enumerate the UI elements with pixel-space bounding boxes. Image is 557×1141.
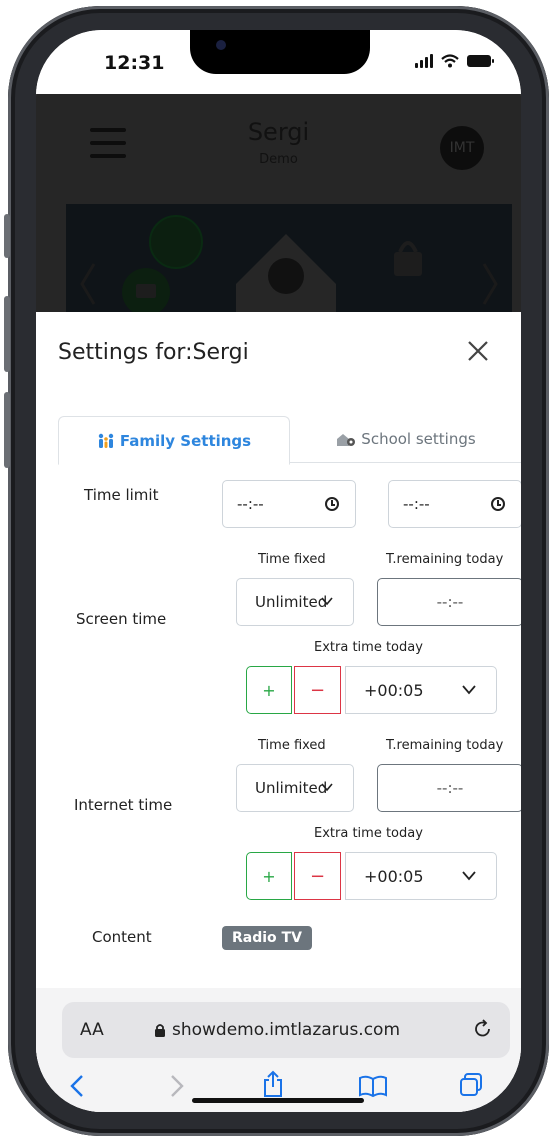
status-icons	[415, 54, 494, 68]
internet-time-remaining-input[interactable]: --:--	[377, 764, 521, 812]
screen-time-fixed-value: Unlimited	[255, 593, 328, 611]
status-bar: 12:31	[36, 30, 521, 94]
screen-time-remaining-value: --:--	[436, 593, 464, 611]
screen-extra-time-select[interactable]: +00:05	[345, 666, 497, 714]
tab-family-label: Family Settings	[119, 431, 252, 450]
volume-down-button	[4, 392, 10, 468]
screen-time-remaining-label: T.remaining today	[386, 552, 504, 567]
bookmarks-icon[interactable]	[358, 1074, 388, 1098]
forward-icon[interactable]	[170, 1074, 184, 1098]
screen-time-remaining-input[interactable]: --:--	[377, 578, 521, 626]
internet-add-time-button[interactable]: +	[246, 852, 292, 900]
time-limit-label: Time limit	[84, 486, 159, 504]
tab-family-settings[interactable]: Family Settings	[58, 416, 290, 465]
internet-time-label: Internet time	[74, 796, 173, 814]
wifi-icon	[441, 54, 459, 68]
silent-switch	[4, 214, 10, 258]
internet-extra-time-select[interactable]: +00:05	[345, 852, 497, 900]
chevron-down-icon	[321, 783, 333, 792]
clock-icon	[325, 497, 339, 511]
time-limit-to-input[interactable]: --:--	[388, 480, 521, 528]
screen-time-fixed-select[interactable]: Unlimited	[236, 578, 354, 626]
battery-icon	[467, 55, 494, 67]
content-label: Content	[92, 928, 152, 946]
time-limit-from-value: --:--	[237, 495, 264, 513]
internet-extra-time-label: Extra time today	[314, 826, 423, 841]
school-settings-icon	[336, 431, 356, 447]
internet-time-fixed-select[interactable]: Unlimited	[236, 764, 354, 812]
internet-extra-time-value: +00:05	[364, 866, 424, 886]
screen-subtract-time-button[interactable]: −	[294, 666, 341, 714]
url-text: showdemo.imtlazarus.com	[172, 1020, 401, 1040]
home-indicator	[192, 1098, 364, 1103]
screen-time-fixed-label: Time fixed	[258, 552, 326, 567]
background-app: Sergi Demo IMT	[36, 94, 521, 364]
tabs-icon[interactable]	[458, 1072, 484, 1098]
internet-time-remaining-label: T.remaining today	[386, 738, 504, 753]
volume-up-button	[4, 296, 10, 372]
time-limit-to-value: --:--	[403, 495, 430, 513]
signal-icon	[415, 54, 433, 68]
internet-time-fixed-value: Unlimited	[255, 779, 328, 797]
url-display[interactable]: showdemo.imtlazarus.com	[154, 1020, 400, 1040]
settings-tabs: Family Settings School settings	[58, 416, 521, 465]
browser-toolbar: AA showdemo.imtlazarus.com	[36, 988, 521, 1112]
clock-icon	[491, 497, 505, 511]
family-icon	[97, 433, 115, 449]
camera-dot	[216, 40, 226, 50]
back-icon[interactable]	[70, 1074, 84, 1098]
close-icon[interactable]	[465, 338, 491, 364]
internet-time-fixed-label: Time fixed	[258, 738, 326, 753]
avatar: IMT	[440, 126, 484, 170]
screen-extra-time-label: Extra time today	[314, 640, 423, 655]
chevron-down-icon	[462, 685, 476, 695]
tab-school-label: School settings	[361, 430, 476, 448]
dynamic-island	[190, 30, 370, 74]
time-limit-from-input[interactable]: --:--	[222, 480, 356, 528]
content-badge-radio-tv[interactable]: Radio TV	[222, 926, 312, 950]
reader-text-size-button[interactable]: AA	[80, 1020, 104, 1040]
reload-icon[interactable]	[472, 1018, 494, 1040]
tab-school-settings[interactable]: School settings	[290, 416, 521, 462]
modal-title: Settings for:Sergi	[58, 340, 249, 365]
address-bar[interactable]: AA showdemo.imtlazarus.com	[62, 1002, 510, 1058]
phone-screen: 12:31 Sergi Demo IMT Settings for:Sergi …	[36, 30, 521, 1112]
chevron-down-icon	[462, 871, 476, 881]
screen-extra-time-value: +00:05	[364, 680, 424, 700]
lock-icon	[155, 1024, 165, 1037]
screen-time-label: Screen time	[76, 610, 167, 628]
internet-time-remaining-value: --:--	[436, 779, 464, 797]
share-icon[interactable]	[262, 1070, 284, 1098]
internet-subtract-time-button[interactable]: −	[294, 852, 341, 900]
chevron-down-icon	[321, 597, 333, 606]
status-time: 12:31	[104, 52, 165, 74]
screen-add-time-button[interactable]: +	[246, 666, 292, 714]
